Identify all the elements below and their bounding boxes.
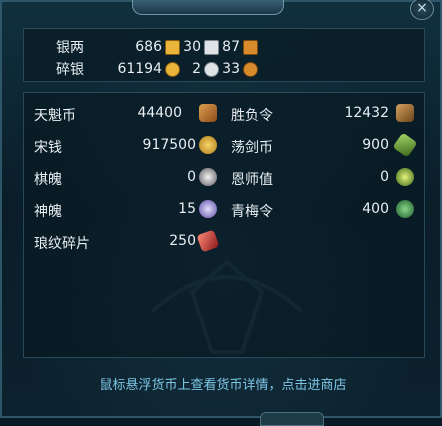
currency-label: 宋钱 [34, 140, 62, 156]
silver-gold-value: 686 [135, 39, 162, 55]
currency-label: 琅纹碎片 [34, 236, 90, 252]
currency-label: 天魁币 [34, 108, 76, 124]
currency-window: × 银两 686 30 87 碎银 61194 2 33 天魁币 44400 胜… [0, 0, 442, 426]
currency-label: 青梅令 [231, 204, 273, 220]
currency-value: 900 [362, 137, 389, 153]
chess-soul-icon [199, 168, 217, 186]
silver-silver-value: 30 [183, 39, 201, 55]
close-icon: × [416, 0, 428, 16]
plum-token-icon [396, 200, 414, 218]
close-button[interactable]: × [410, 0, 434, 20]
copper-coin-icon [243, 61, 258, 77]
footer-tab [260, 412, 324, 426]
currency-value: 0 [380, 169, 389, 185]
currency-value: 917500 [142, 137, 196, 153]
silver-coin-icon [204, 61, 219, 77]
hint-text: 鼠标悬浮货币上查看货币详情，点击进商店 [99, 378, 347, 393]
mentor-icon [396, 168, 414, 186]
currency-label: 胜负令 [231, 108, 273, 124]
tiankui-coin-icon [199, 104, 217, 122]
silver-row-1[interactable]: 银两 686 30 87 [56, 37, 261, 57]
silver-ingot-icon [204, 39, 219, 55]
gold-coin-icon [165, 61, 180, 77]
currency-value: 400 [362, 201, 389, 217]
currency-label: 棋魄 [34, 172, 62, 188]
currency-label: 神魄 [34, 204, 62, 220]
currency-value: 0 [187, 169, 196, 185]
silver-row-2[interactable]: 碎银 61194 2 33 [56, 59, 261, 79]
currency-value: 44400 [137, 105, 182, 121]
currency-value: 15 [178, 201, 196, 217]
currency-panel [23, 92, 425, 358]
currency-value: 250 [169, 233, 196, 249]
currency-value: 12432 [344, 105, 389, 121]
currency-label: 荡剑币 [231, 140, 273, 156]
token-icon [396, 104, 414, 122]
gold-ingot-icon [165, 39, 180, 55]
broken-silver-silver-value: 2 [192, 61, 201, 77]
divine-soul-icon [199, 200, 217, 218]
copper-ingot-icon [243, 39, 258, 55]
silver-label: 银两 [56, 40, 84, 56]
silver-copper-value: 87 [222, 39, 240, 55]
title-plate [132, 0, 284, 15]
broken-silver-copper-value: 33 [222, 61, 240, 77]
currency-label: 恩师值 [231, 172, 273, 188]
broken-silver-label: 碎银 [56, 62, 84, 78]
song-coin-icon [199, 136, 217, 154]
broken-silver-gold-value: 61194 [117, 61, 162, 77]
